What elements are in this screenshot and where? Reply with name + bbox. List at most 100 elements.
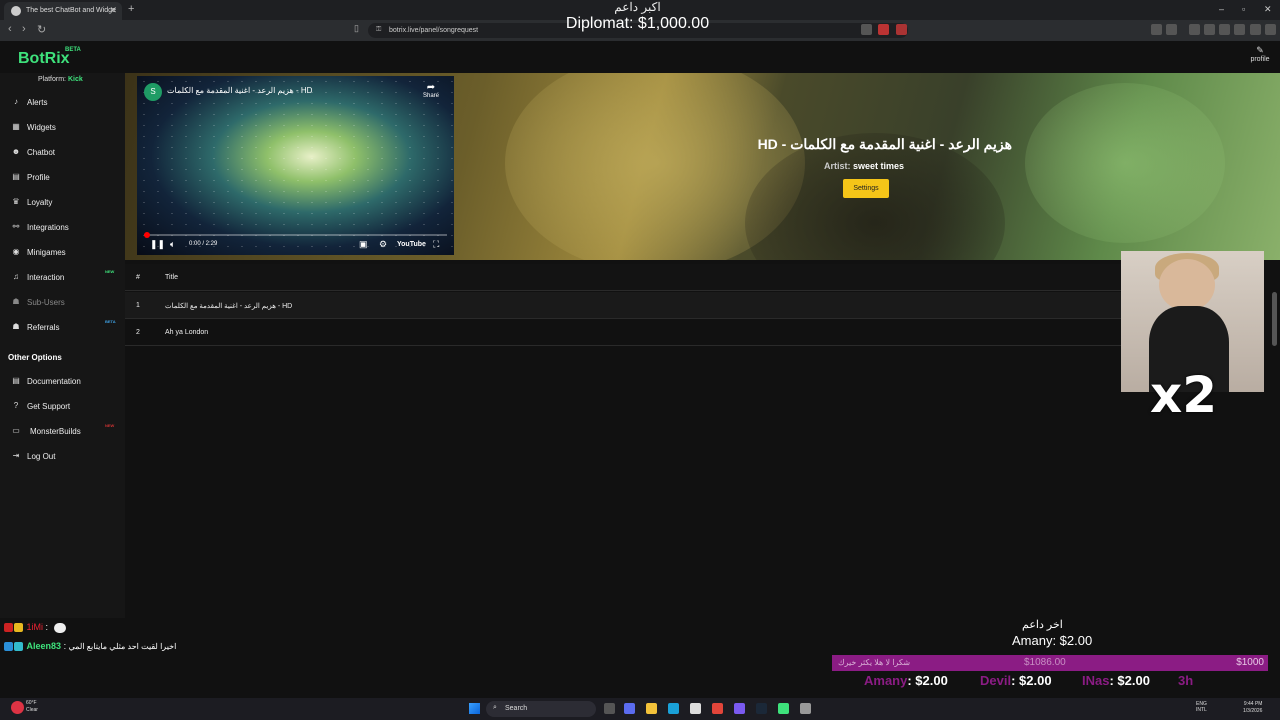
menu-icon[interactable]	[1265, 24, 1276, 35]
profile-button[interactable]: ✎ profile	[1246, 45, 1274, 63]
extension-icon[interactable]	[1189, 24, 1200, 35]
gear-icon[interactable]: ⚙	[379, 239, 387, 250]
sidebar-item-label: Loyalty	[27, 198, 53, 207]
youtube-logo[interactable]: YouTube	[397, 241, 426, 248]
extension-icon[interactable]	[1166, 24, 1177, 35]
rewards-icon[interactable]	[896, 24, 907, 35]
chat-separator: :	[63, 641, 67, 651]
system-clock[interactable]: 9:44 PM 1/3/2026	[1243, 701, 1262, 715]
donation-goal-bar: شكرا لا هلا يكثر خيرك $1086.00 $1000	[832, 655, 1268, 671]
minimize-icon[interactable]: –	[1219, 4, 1224, 14]
pause-icon[interactable]: ❚❚	[150, 239, 165, 250]
page-scrollbar[interactable]	[1272, 292, 1277, 346]
windows-start-icon[interactable]	[469, 703, 480, 714]
captions-icon[interactable]: ▣	[359, 239, 368, 250]
sidebar-item-label: Alerts	[27, 98, 48, 107]
link-icon: ⚯	[12, 222, 20, 231]
back-icon[interactable]: ‹	[8, 23, 12, 35]
store-icon[interactable]	[690, 703, 701, 714]
forward-icon[interactable]: ›	[22, 23, 26, 35]
weather-icon[interactable]	[11, 701, 24, 714]
taskbar: 60°F Clear ⌕ Search ENG INTL 9:44 PM 1/3…	[0, 698, 1280, 720]
gif-figure	[1159, 259, 1215, 311]
sidebar-item-sub-users[interactable]: ☗ Sub-Users	[0, 294, 125, 312]
brave-icon[interactable]	[712, 703, 723, 714]
goal-target: $1000	[1236, 657, 1264, 668]
task-view-icon[interactable]	[604, 703, 615, 714]
fullscreen-icon[interactable]: ⛶	[433, 239, 439, 250]
video-progress-bar[interactable]	[144, 232, 447, 238]
file-explorer-icon[interactable]	[646, 703, 657, 714]
sidebar-item-widgets[interactable]: ▦ Widgets	[0, 119, 125, 137]
video-title[interactable]: هزيم الرعد - اغنية المقدمة مع الكلمات - …	[167, 86, 312, 95]
extension-icon[interactable]	[1151, 24, 1162, 35]
top-donor-entry: Amany: $2.00	[864, 673, 948, 688]
sidebar-item-log-out[interactable]: ⇥ Log Out	[0, 448, 125, 466]
share-page-icon[interactable]	[861, 24, 872, 35]
sidebar-item-referrals[interactable]: ☗ Referrals BETA	[0, 319, 125, 337]
extension-icon[interactable]	[1219, 24, 1230, 35]
obs-icon[interactable]	[800, 703, 811, 714]
artist-label: Artist:	[824, 161, 851, 171]
settings-button[interactable]: Settings	[843, 179, 889, 198]
edge-icon[interactable]	[668, 703, 679, 714]
table-row[interactable]: 1 هزيم الرعد - اغنية المقدمة مع الكلمات …	[125, 292, 1125, 319]
reload-icon[interactable]: ↻	[37, 23, 46, 36]
row-title: هزيم الرعد - اغنية المقدمة مع الكلمات - …	[165, 303, 293, 310]
donor-name: 3h	[1178, 673, 1194, 688]
progress-handle[interactable]	[144, 232, 151, 238]
sidebar-item-interaction[interactable]: ♫ Interaction NEW	[0, 269, 125, 287]
lock-icon: ⚿	[376, 26, 382, 33]
donor-amount: : $2.00	[1011, 673, 1052, 688]
banner-background	[1025, 83, 1225, 243]
close-window-icon[interactable]: ✕	[1264, 4, 1272, 15]
donor-amount: : $2.00	[1109, 673, 1150, 688]
other-options-heading: Other Options	[8, 353, 62, 362]
botrix-logo[interactable]: BotRix	[18, 50, 70, 68]
chat-message: 1iMi :	[4, 622, 66, 633]
bookmark-icon[interactable]: ▯	[354, 23, 359, 34]
sidebar-toggle-icon[interactable]	[1204, 24, 1215, 35]
crown-icon	[14, 623, 23, 633]
search-icon: ⌕	[493, 704, 497, 711]
row-title: Ah ya London	[165, 329, 209, 336]
maximize-icon[interactable]: ▫	[1242, 4, 1245, 14]
new-tab-icon[interactable]: +	[128, 3, 134, 15]
clock-time: 9:44 PM	[1243, 701, 1263, 707]
top-donor-entry: 3h	[1178, 673, 1193, 688]
channel-avatar[interactable]: S	[144, 83, 162, 101]
language-indicator[interactable]: ENG INTL	[1196, 701, 1207, 713]
taskbar-search[interactable]: ⌕ Search	[486, 701, 596, 717]
chat-message: Aleen83 : اخيرا لقيت احد مثلي مايتابع ال…	[4, 641, 176, 652]
beta-label: BETA	[65, 47, 81, 53]
vpn-icon[interactable]	[1250, 24, 1261, 35]
platform-value: Kick	[67, 76, 83, 83]
sidebar-item-loyalty[interactable]: ♛ Loyalty	[0, 194, 125, 212]
sidebar-item-monsterbuilds[interactable]: ▭ MonsterBuilds NEW	[0, 423, 125, 441]
close-tab-icon[interactable]: ✕	[109, 5, 117, 16]
brave-shield-icon[interactable]	[878, 24, 889, 35]
sidebar-item-get-support[interactable]: ? Get Support	[0, 398, 125, 416]
discord-icon[interactable]	[734, 703, 745, 714]
volume-icon[interactable]: 🔈︎	[170, 239, 175, 250]
sidebar-item-minigames[interactable]: ◉ Minigames	[0, 244, 125, 262]
emote-icon	[53, 622, 66, 633]
share-icon: ➦	[426, 82, 436, 93]
wallet-icon[interactable]	[1234, 24, 1245, 35]
share-button[interactable]: ➦ Share	[420, 82, 442, 99]
steam-icon[interactable]	[756, 703, 767, 714]
sidebar-item-integrations[interactable]: ⚯ Integrations	[0, 219, 125, 237]
sidebar-item-profile[interactable]: ▤ Profile	[0, 169, 125, 187]
sidebar-item-alerts[interactable]: ♪ Alerts	[0, 94, 125, 112]
top-donor-label: اكبر داعم	[614, 0, 661, 14]
browser-tab[interactable]: The best ChatBot and Widge ✕	[4, 2, 122, 20]
sidebar-item-documentation[interactable]: ▤ Documentation	[0, 373, 125, 391]
sidebar-item-chatbot[interactable]: ☻ Chatbot	[0, 144, 125, 162]
copilot-icon[interactable]	[624, 703, 635, 714]
weather-widget[interactable]: 60°F Clear	[26, 700, 38, 714]
table-row[interactable]: 2 Ah ya London	[125, 319, 1125, 346]
kick-icon[interactable]	[778, 703, 789, 714]
youtube-player[interactable]: S هزيم الرعد - اغنية المقدمة مع الكلمات …	[137, 76, 454, 255]
bell-icon: ♪	[14, 97, 18, 106]
sidebar-item-label: Interaction	[27, 273, 65, 282]
